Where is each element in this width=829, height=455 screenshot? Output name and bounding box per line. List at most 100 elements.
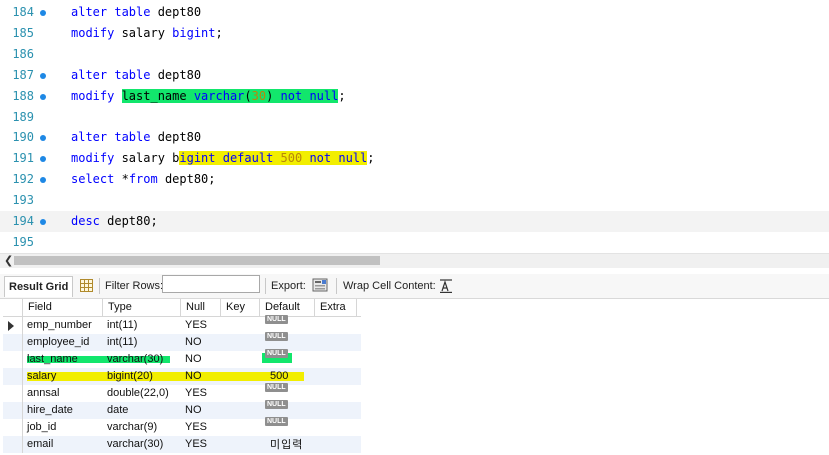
breakpoint-dot-icon[interactable] <box>40 177 46 184</box>
code-token: desc <box>71 214 108 228</box>
scrollbar-thumb[interactable] <box>14 256 380 265</box>
editor-line[interactable]: 184 alter table dept80 <box>0 2 829 23</box>
result-grid[interactable]: Field Type Null Key Default Extra emp_number in… <box>3 299 361 455</box>
code-token: salary b <box>121 151 180 166</box>
table-row[interactable]: emp_number int(11) YES NULL <box>3 315 361 334</box>
cell-field[interactable]: last_name <box>27 351 78 368</box>
row-selector[interactable] <box>3 317 23 334</box>
column-header-key[interactable]: Key <box>221 299 260 316</box>
cell-null[interactable]: YES <box>185 317 207 334</box>
code-token: salary <box>121 25 173 40</box>
cell-null[interactable]: YES <box>185 385 207 402</box>
cell-type[interactable]: date <box>107 402 128 419</box>
result-toolbar: Result Grid Filter Rows: Export: Wrap Ce… <box>0 274 829 299</box>
filter-rows-input[interactable] <box>162 275 260 293</box>
column-header-field[interactable]: Field <box>23 299 103 316</box>
cell-type[interactable]: int(11) <box>107 334 137 351</box>
editor-line[interactable]: 195 <box>0 232 829 253</box>
breakpoint-dot-icon[interactable] <box>40 10 46 16</box>
table-row[interactable]: annsal double(22,0) YES NULL <box>3 383 361 402</box>
cell-field[interactable]: job_id <box>27 419 56 436</box>
table-row[interactable]: employee_id int(11) NO NULL <box>3 332 361 351</box>
toolbar-separator <box>265 278 266 294</box>
row-selector[interactable] <box>3 385 23 402</box>
code-token: igint default <box>179 151 281 166</box>
code-text: modify salary bigint; <box>71 26 223 41</box>
code-token: 30 <box>251 88 267 103</box>
editor-line[interactable]: 188 modify last_name varchar(30) not null… <box>0 86 829 107</box>
cell-text: bigint(20) <box>107 370 153 382</box>
toolbar-separator <box>336 278 337 294</box>
row-selector[interactable] <box>3 436 23 453</box>
cell-default[interactable]: NULL <box>265 349 288 368</box>
cell-text: hire_date <box>27 404 73 416</box>
breakpoint-dot-icon[interactable] <box>40 93 46 100</box>
row-selector[interactable] <box>3 419 23 436</box>
row-selector[interactable] <box>3 351 23 368</box>
column-header-null[interactable]: Null <box>181 299 221 316</box>
cell-text: NO <box>185 370 202 382</box>
column-header-type[interactable]: Type <box>103 299 181 316</box>
breakpoint-dot-icon[interactable] <box>40 156 46 163</box>
code-token: ; <box>367 151 375 166</box>
cell-null[interactable]: NO <box>185 351 202 368</box>
cell-null[interactable]: YES <box>185 436 207 453</box>
cell-field[interactable]: employee_id <box>27 334 89 351</box>
code-token: alter table <box>71 130 158 145</box>
null-badge: NULL <box>265 315 288 324</box>
cell-type[interactable]: varchar(9) <box>107 419 157 436</box>
cell-null[interactable]: NO <box>185 334 202 351</box>
code-token: ( <box>244 88 252 103</box>
editor-line[interactable]: 192 select *from dept80; <box>0 169 829 190</box>
cell-type[interactable]: varchar(30) <box>107 436 163 453</box>
scroll-left-arrow-icon[interactable]: ❮ <box>4 254 13 268</box>
export-icon[interactable] <box>312 277 328 293</box>
editor-line[interactable]: 190 alter table dept80 <box>0 127 829 148</box>
sql-editor[interactable]: 184 alter table dept80 185 modify salary bi… <box>0 0 829 253</box>
cell-field[interactable]: annsal <box>27 385 59 402</box>
cell-field[interactable]: salary <box>27 368 56 385</box>
editor-line[interactable]: 185 modify salary bigint; <box>0 23 829 44</box>
cell-default[interactable]: NULL <box>265 417 288 436</box>
editor-line[interactable]: 191 modify salary bigint default 500 not … <box>0 148 829 169</box>
cell-field[interactable]: emp_number <box>27 317 92 334</box>
highlight-mark <box>27 372 304 381</box>
editor-line[interactable]: 186 <box>0 44 829 65</box>
code-token: not null <box>302 151 368 166</box>
table-row[interactable]: last_name varchar(30) NO NULL <box>3 349 361 368</box>
editor-line[interactable]: 187 alter table dept80 <box>0 65 829 86</box>
cell-type[interactable]: int(11) <box>107 317 137 334</box>
table-row[interactable]: job_id varchar(9) YES NULL <box>3 417 361 436</box>
breakpoint-dot-icon[interactable] <box>40 72 46 79</box>
cell-type[interactable]: varchar(30) <box>107 351 163 368</box>
result-grid-tab[interactable]: Result Grid <box>4 276 74 297</box>
cell-field[interactable]: email <box>27 436 53 453</box>
cell-null[interactable]: NO <box>185 402 202 419</box>
table-row[interactable]: email varchar(30) YES 미입력 <box>3 436 361 453</box>
cell-type[interactable]: double(22,0) <box>107 385 169 402</box>
table-row[interactable]: salary bigint(20) NO 500 <box>3 368 361 385</box>
cell-default[interactable]: 미입력 <box>270 436 303 453</box>
row-selector[interactable] <box>3 402 23 419</box>
grid-view-icon[interactable] <box>80 279 93 292</box>
cell-type[interactable]: bigint(20) <box>107 368 153 385</box>
table-row[interactable]: hire_date date NO NULL <box>3 400 361 419</box>
cell-null[interactable]: YES <box>185 419 207 436</box>
column-header-default[interactable]: Default <box>260 299 315 316</box>
code-text: alter table dept80 <box>71 5 201 20</box>
column-header-extra[interactable]: Extra <box>315 299 357 316</box>
editor-line[interactable]: 193 <box>0 190 829 211</box>
cell-null[interactable]: NO <box>185 368 202 385</box>
cell-field[interactable]: hire_date <box>27 402 73 419</box>
editor-horizontal-scrollbar[interactable]: ❮ <box>0 253 829 268</box>
cell-text: email <box>27 438 54 450</box>
breakpoint-dot-icon[interactable] <box>40 135 46 142</box>
row-selector[interactable] <box>3 334 23 351</box>
editor-line[interactable]: 194 desc dept80; <box>0 211 829 232</box>
cell-text: emp_number <box>27 319 92 331</box>
row-selector[interactable] <box>3 368 23 385</box>
editor-line[interactable]: 189 <box>0 107 829 128</box>
wrap-cell-icon[interactable] <box>440 279 452 293</box>
cell-text: NO <box>185 404 202 416</box>
breakpoint-dot-icon[interactable] <box>40 219 46 225</box>
